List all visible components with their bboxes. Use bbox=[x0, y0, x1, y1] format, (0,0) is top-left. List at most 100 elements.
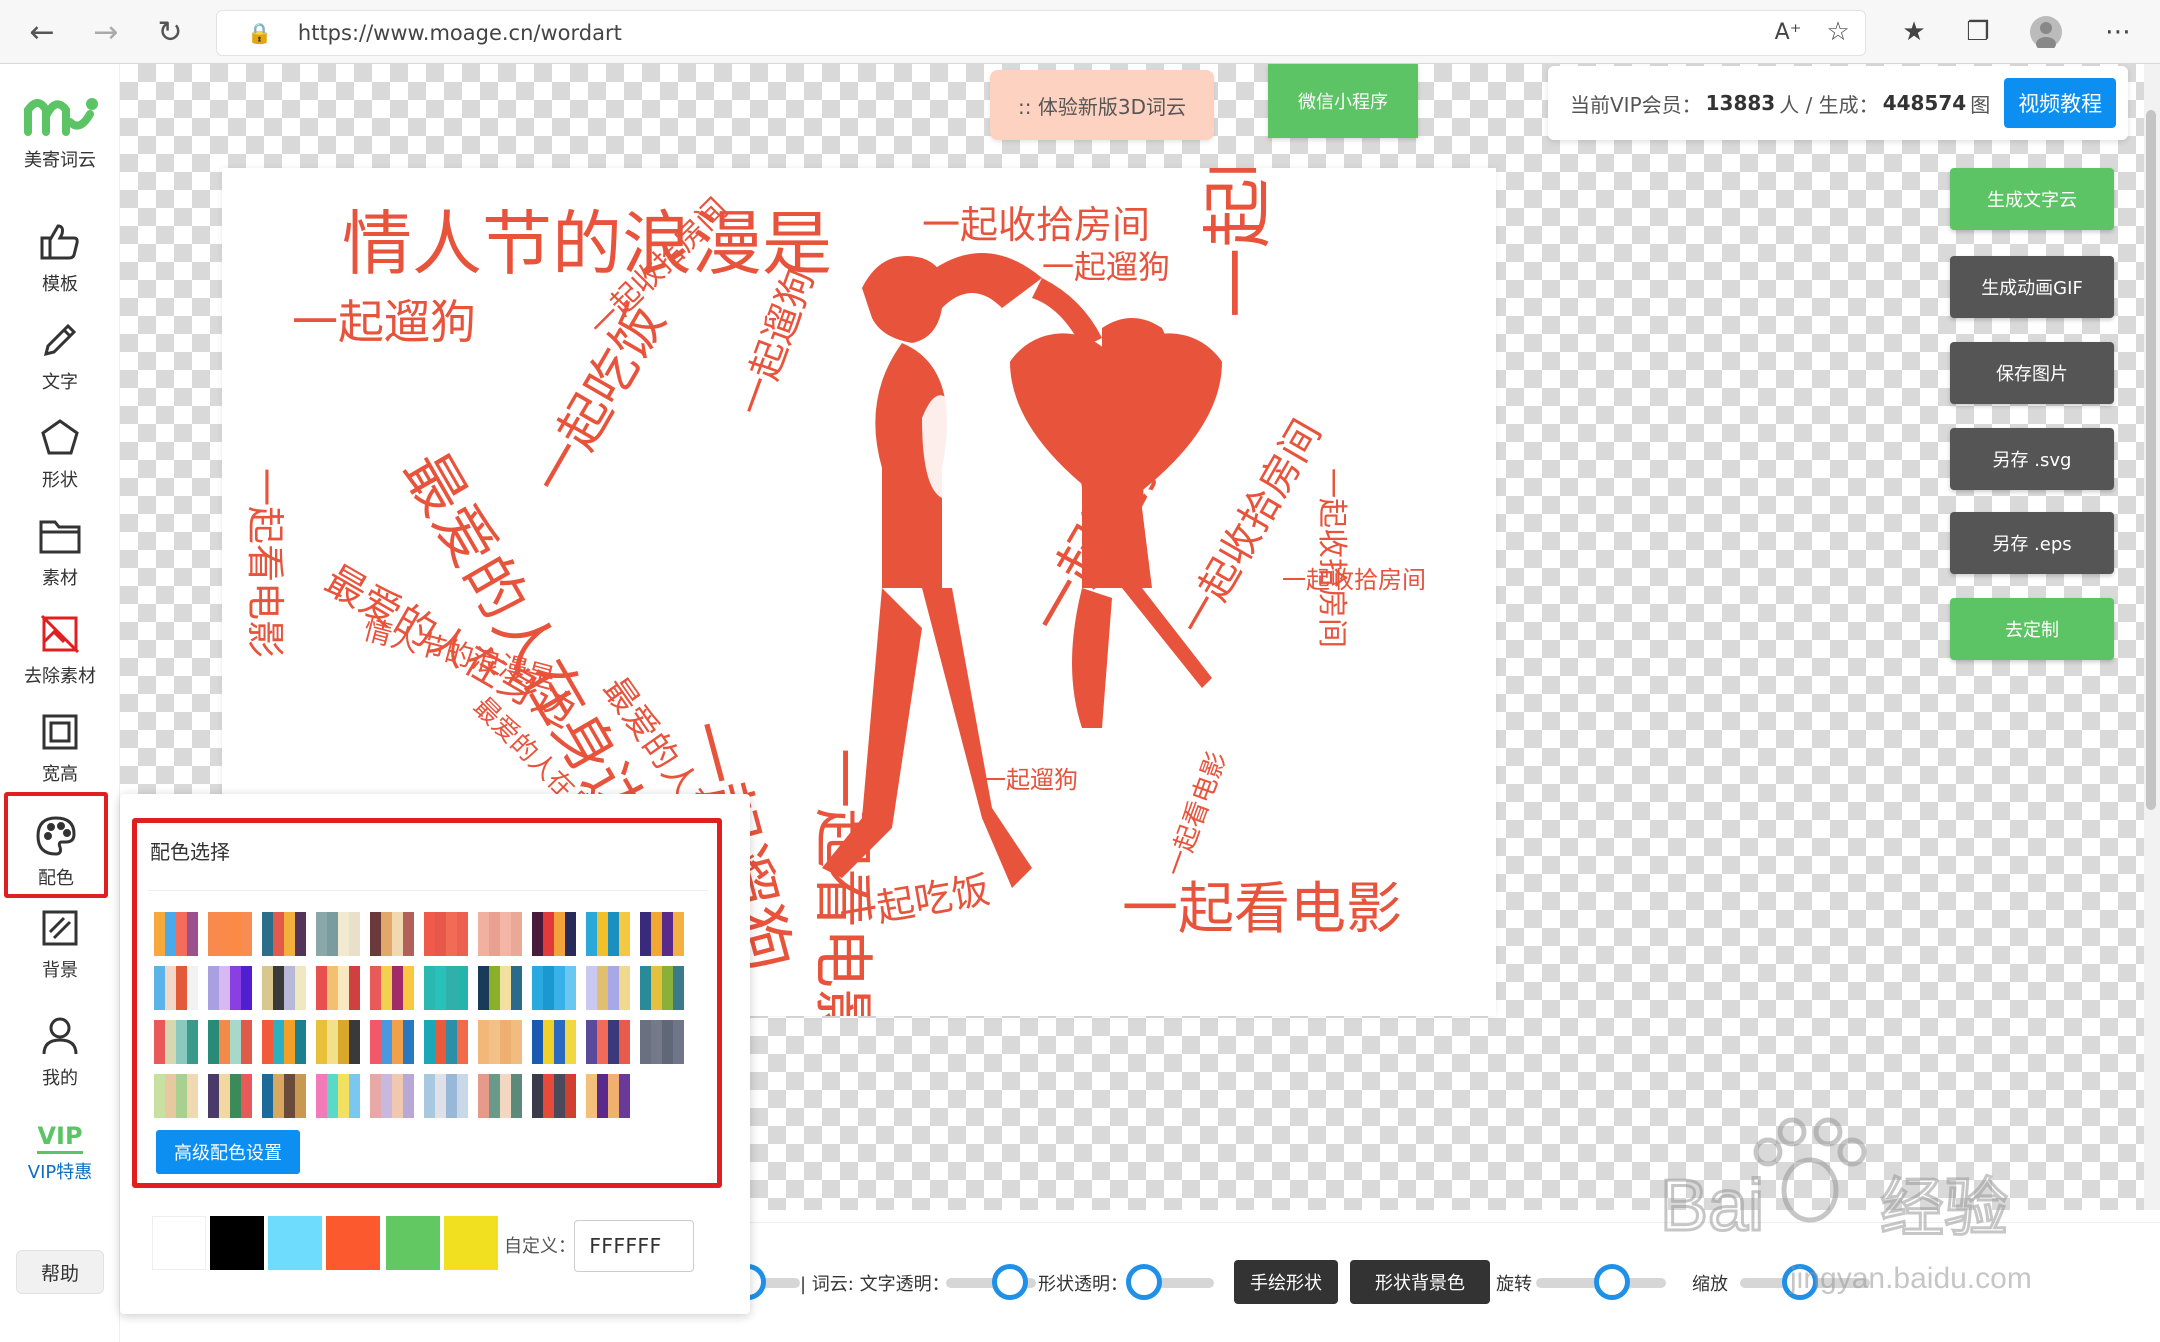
rotate-knob[interactable] bbox=[1594, 1264, 1630, 1300]
add-favorite-icon[interactable]: ☆ bbox=[1818, 12, 1858, 52]
read-aloud-icon[interactable]: A⁺ bbox=[1768, 12, 1808, 52]
save-eps-button[interactable]: 另存 .eps bbox=[1950, 512, 2114, 574]
palette-swatch[interactable] bbox=[532, 1020, 576, 1064]
palette-swatch[interactable] bbox=[208, 912, 252, 956]
text-opacity-label: | 词云: 文字透明： bbox=[800, 1274, 950, 1295]
sidebar-item-remove-material[interactable]: 去除素材 bbox=[0, 604, 120, 702]
palette-swatch[interactable] bbox=[478, 966, 522, 1010]
profile-avatar-icon[interactable] bbox=[2026, 12, 2066, 52]
palette-swatch[interactable] bbox=[586, 912, 630, 956]
sidebar-item-mine[interactable]: 我的 bbox=[0, 1006, 120, 1104]
sidebar-item-material[interactable]: 素材 bbox=[0, 506, 120, 604]
cloud-word: 一起看电影 bbox=[1159, 748, 1232, 880]
generate-wordcloud-button[interactable]: 生成文字云 bbox=[1950, 168, 2114, 230]
palette-swatch[interactable] bbox=[370, 1020, 414, 1064]
generate-gif-button[interactable]: 生成动画GIF bbox=[1950, 256, 2114, 318]
palette-swatch[interactable] bbox=[316, 1020, 360, 1064]
rotate-label: 旋转 bbox=[1496, 1274, 1532, 1295]
cloud-word: 一起遛狗 bbox=[731, 264, 822, 421]
sidebar-item-text[interactable]: 文字 bbox=[0, 310, 120, 408]
palette-swatch[interactable] bbox=[370, 966, 414, 1010]
video-tutorial-button[interactable]: 视频教程 bbox=[2004, 78, 2117, 128]
custom-color-label: 自定义： bbox=[504, 1236, 576, 1257]
palette-swatch[interactable] bbox=[478, 1074, 522, 1118]
palette-swatch[interactable] bbox=[316, 912, 360, 956]
advanced-color-settings-button[interactable]: 高级配色设置 bbox=[156, 1130, 300, 1174]
help-button[interactable]: 帮助 bbox=[16, 1250, 104, 1294]
palette-swatch[interactable] bbox=[424, 1074, 468, 1118]
palette-swatch[interactable] bbox=[640, 966, 684, 1010]
palette-swatch[interactable] bbox=[424, 1020, 468, 1064]
back-icon[interactable]: ← bbox=[22, 12, 62, 52]
solid-color-green[interactable] bbox=[386, 1216, 440, 1270]
palette-swatch[interactable] bbox=[154, 966, 198, 1010]
palette-swatch[interactable] bbox=[316, 966, 360, 1010]
sidebar-item-size[interactable]: 宽高 bbox=[0, 702, 120, 800]
draw-shape-button[interactable]: 手绘形状 bbox=[1234, 1260, 1338, 1304]
sidebar-item-shape[interactable]: 形状 bbox=[0, 408, 120, 506]
shape-opacity-label: 形状透明： bbox=[1038, 1274, 1128, 1295]
solid-color-white[interactable] bbox=[152, 1216, 206, 1270]
watermark-url: jingyan.baidu.com bbox=[1789, 1262, 2032, 1295]
shape-bg-color-button[interactable]: 形状背景色 bbox=[1350, 1260, 1490, 1304]
wechat-miniprogram-button[interactable]: 微信小程序 bbox=[1268, 64, 1418, 138]
text-opacity-knob[interactable] bbox=[992, 1264, 1028, 1300]
palette-swatch[interactable] bbox=[640, 1020, 684, 1064]
shape-opacity-knob[interactable] bbox=[1126, 1264, 1162, 1300]
divider bbox=[148, 890, 708, 891]
sidebar-item-vip[interactable]: VIP VIP特惠 bbox=[0, 1108, 120, 1206]
solid-color-cyan[interactable] bbox=[268, 1216, 322, 1270]
collections-icon[interactable]: ❐ bbox=[1958, 12, 1998, 52]
customize-button[interactable]: 去定制 bbox=[1950, 598, 2114, 660]
palette-swatch[interactable] bbox=[262, 966, 306, 1010]
custom-color-input[interactable]: FFFFFF bbox=[574, 1220, 694, 1272]
cloud-word: 一起看电影 bbox=[809, 748, 876, 1016]
palette-swatch[interactable] bbox=[262, 912, 306, 956]
address-bar[interactable]: 🔒 https://www.moage.cn/wordart bbox=[216, 10, 1866, 56]
solid-color-orange[interactable] bbox=[326, 1216, 380, 1270]
palette-swatch[interactable] bbox=[424, 912, 468, 956]
palette-swatch[interactable] bbox=[370, 912, 414, 956]
palette-swatch[interactable] bbox=[154, 912, 198, 956]
vip-icon: VIP bbox=[37, 1120, 83, 1154]
palette-swatch[interactable] bbox=[424, 966, 468, 1010]
palette-swatch[interactable] bbox=[532, 912, 576, 956]
palette-swatch[interactable] bbox=[208, 1074, 252, 1118]
palette-swatch[interactable] bbox=[586, 966, 630, 1010]
forward-icon[interactable]: → bbox=[86, 12, 126, 52]
solid-color-yellow[interactable] bbox=[444, 1216, 498, 1270]
baidu-watermark: Bai 经验 jingyan.baidu.com bbox=[1660, 1117, 2032, 1295]
palette-swatch[interactable] bbox=[208, 1020, 252, 1064]
palette-swatch[interactable] bbox=[586, 1074, 630, 1118]
cloud-word: 一起收拾房间 bbox=[1315, 468, 1348, 648]
more-menu-icon[interactable]: ⋯ bbox=[2098, 12, 2138, 52]
try-3d-button[interactable]: :: 体验新版3D词云 bbox=[990, 70, 1214, 140]
scrollbar-thumb[interactable] bbox=[2146, 110, 2156, 810]
palette-swatch[interactable] bbox=[208, 966, 252, 1010]
cloud-word: 一起收拾房间 bbox=[1172, 413, 1330, 643]
palette-swatch[interactable] bbox=[316, 1074, 360, 1118]
sidebar-item-palette[interactable]: 配色 bbox=[4, 792, 108, 898]
url-text: https://www.moage.cn/wordart bbox=[297, 21, 622, 45]
palette-swatch[interactable] bbox=[262, 1020, 306, 1064]
solid-color-black[interactable] bbox=[210, 1216, 264, 1270]
watermark-text-left: Bai bbox=[1660, 1166, 1764, 1246]
save-svg-button[interactable]: 另存 .svg bbox=[1950, 428, 2114, 490]
palette-swatch[interactable] bbox=[262, 1074, 306, 1118]
palette-swatch[interactable] bbox=[154, 1020, 198, 1064]
palette-swatch[interactable] bbox=[154, 1074, 198, 1118]
palette-swatch[interactable] bbox=[478, 1020, 522, 1064]
save-image-button[interactable]: 保存图片 bbox=[1950, 342, 2114, 404]
palette-swatch[interactable] bbox=[532, 1074, 576, 1118]
refresh-icon[interactable]: ↻ bbox=[150, 12, 190, 52]
palette-swatch[interactable] bbox=[478, 912, 522, 956]
favorites-icon[interactable]: ★ bbox=[1894, 12, 1934, 52]
sidebar-item-template[interactable]: 模板 bbox=[0, 212, 120, 310]
palette-swatch[interactable] bbox=[370, 1074, 414, 1118]
palette-swatch[interactable] bbox=[586, 1020, 630, 1064]
palette-swatch[interactable] bbox=[532, 966, 576, 1010]
sidebar-label: 形状 bbox=[42, 470, 78, 491]
sidebar-label: 去除素材 bbox=[24, 666, 96, 687]
palette-swatch[interactable] bbox=[640, 912, 684, 956]
sidebar-item-background[interactable]: 背景 bbox=[0, 898, 120, 996]
